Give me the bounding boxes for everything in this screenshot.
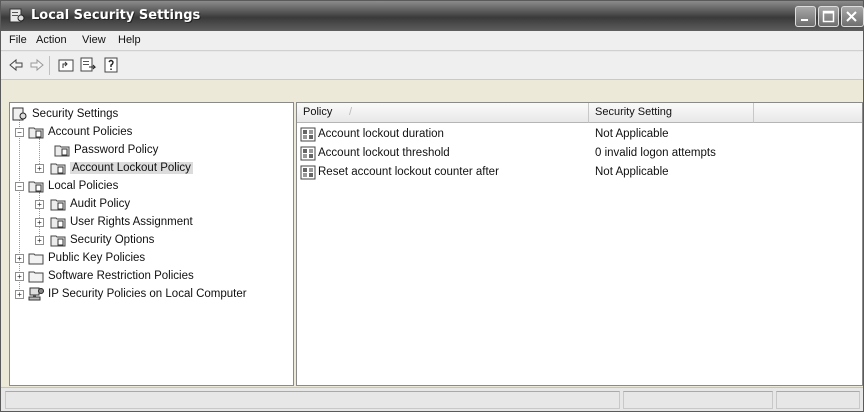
network-computer-icon [28, 287, 44, 301]
toolbar-separator [49, 56, 50, 75]
status-bar [1, 387, 863, 411]
column-header-empty [754, 103, 862, 123]
menu-action[interactable]: Action [36, 34, 67, 46]
policy-folder-icon [28, 125, 44, 139]
policy-setting-icon [300, 127, 316, 142]
tree-item-user-rights[interactable]: + User Rights Assignment [35, 213, 193, 231]
expand-icon[interactable]: + [15, 289, 24, 299]
tree-item-security-settings[interactable]: Security Settings [12, 105, 118, 123]
expand-icon[interactable]: + [15, 271, 24, 281]
column-header-security-setting[interactable]: Security Setting [589, 103, 754, 123]
tree-label: Security Settings [32, 108, 119, 120]
tree-item-ip-security[interactable]: + IP Security Policies on Local Computer [15, 285, 247, 303]
expand-icon[interactable]: + [35, 235, 44, 245]
security-setting-value: Not Applicable [595, 128, 669, 140]
security-settings-icon [12, 107, 28, 121]
back-icon[interactable] [7, 56, 25, 74]
policy-name: Account lockout threshold [318, 147, 450, 159]
tree-label: Local Policies [48, 180, 119, 192]
tree-item-public-key[interactable]: + Public Key Policies [15, 249, 145, 267]
tree-item-security-options[interactable]: + Security Options [35, 231, 154, 249]
menu-view[interactable]: View [82, 34, 106, 46]
policy-list-pane[interactable]: Policy / Security Setting Account lockou… [296, 102, 863, 386]
tree-label: IP Security Policies on Local Computer [48, 288, 247, 300]
column-header-label: Security Setting [595, 106, 673, 118]
collapse-icon[interactable]: − [15, 181, 24, 191]
policy-setting-icon [300, 146, 316, 161]
status-panel [776, 391, 860, 409]
maximize-button[interactable] [818, 6, 839, 27]
menu-bar: File Action View Help [1, 31, 863, 51]
folder-icon [28, 269, 44, 283]
expand-icon[interactable]: + [35, 199, 44, 209]
expand-icon[interactable]: + [35, 217, 44, 227]
security-setting-value: 0 invalid logon attempts [595, 147, 716, 159]
app-window: Local Security Settings File Action View… [0, 0, 864, 412]
minimize-button[interactable] [795, 6, 816, 27]
column-header-label: Policy [303, 106, 333, 118]
column-header-policy[interactable]: Policy / [297, 103, 589, 123]
tree-label: Software Restriction Policies [48, 270, 194, 282]
list-item[interactable]: Reset account lockout counter after Not … [298, 164, 858, 183]
toolbar [1, 52, 863, 80]
tree-label: Public Key Policies [48, 252, 146, 264]
menu-file[interactable]: File [9, 34, 27, 46]
tree-label: Account Policies [48, 126, 133, 138]
tree-label: User Rights Assignment [70, 216, 193, 228]
forward-icon[interactable] [28, 56, 46, 74]
status-panel-main [5, 391, 620, 409]
policy-name: Reset account lockout counter after [318, 166, 499, 178]
policy-folder-icon [54, 143, 70, 157]
tree-label: Audit Policy [70, 198, 131, 210]
tree-pane[interactable]: Security Settings − Account Policies Pas… [9, 102, 294, 386]
security-settings-icon [9, 8, 25, 23]
expand-icon[interactable]: + [15, 253, 24, 263]
folder-icon [28, 251, 44, 265]
expand-icon[interactable]: + [35, 163, 44, 173]
list-item[interactable]: Account lockout threshold 0 invalid logo… [298, 145, 858, 164]
up-folder-icon[interactable] [57, 56, 75, 74]
tree-item-local-policies[interactable]: − Local Policies [15, 177, 118, 195]
tree-item-password-policy[interactable]: Password Policy [54, 141, 158, 159]
tree-label: Security Options [70, 234, 155, 246]
policy-folder-icon [28, 179, 44, 193]
tree-label: Password Policy [74, 144, 159, 156]
policy-name: Account lockout duration [318, 128, 444, 140]
tree-item-account-policies[interactable]: − Account Policies [15, 123, 132, 141]
security-setting-value: Not Applicable [595, 166, 669, 178]
menu-help[interactable]: Help [118, 34, 141, 46]
close-button[interactable] [841, 6, 864, 27]
policy-setting-icon [300, 165, 316, 180]
tree-item-account-lockout-policy[interactable]: + Account Lockout Policy [35, 159, 193, 177]
sort-indicator: / [349, 106, 353, 118]
policy-folder-icon [50, 215, 66, 229]
window-title: Local Security Settings [31, 8, 201, 23]
tree-item-software-restriction[interactable]: + Software Restriction Policies [15, 267, 194, 285]
collapse-icon[interactable]: − [15, 127, 24, 137]
title-bar[interactable]: Local Security Settings [1, 1, 864, 31]
tree-label: Account Lockout Policy [70, 162, 193, 174]
list-item[interactable]: Account lockout duration Not Applicable [298, 126, 858, 145]
status-panel [623, 391, 773, 409]
policy-folder-icon [50, 161, 66, 175]
export-list-icon[interactable] [79, 56, 97, 74]
tree-item-audit-policy[interactable]: + Audit Policy [35, 195, 130, 213]
policy-folder-icon [50, 197, 66, 211]
help-icon[interactable] [103, 56, 121, 74]
policy-folder-icon [50, 233, 66, 247]
